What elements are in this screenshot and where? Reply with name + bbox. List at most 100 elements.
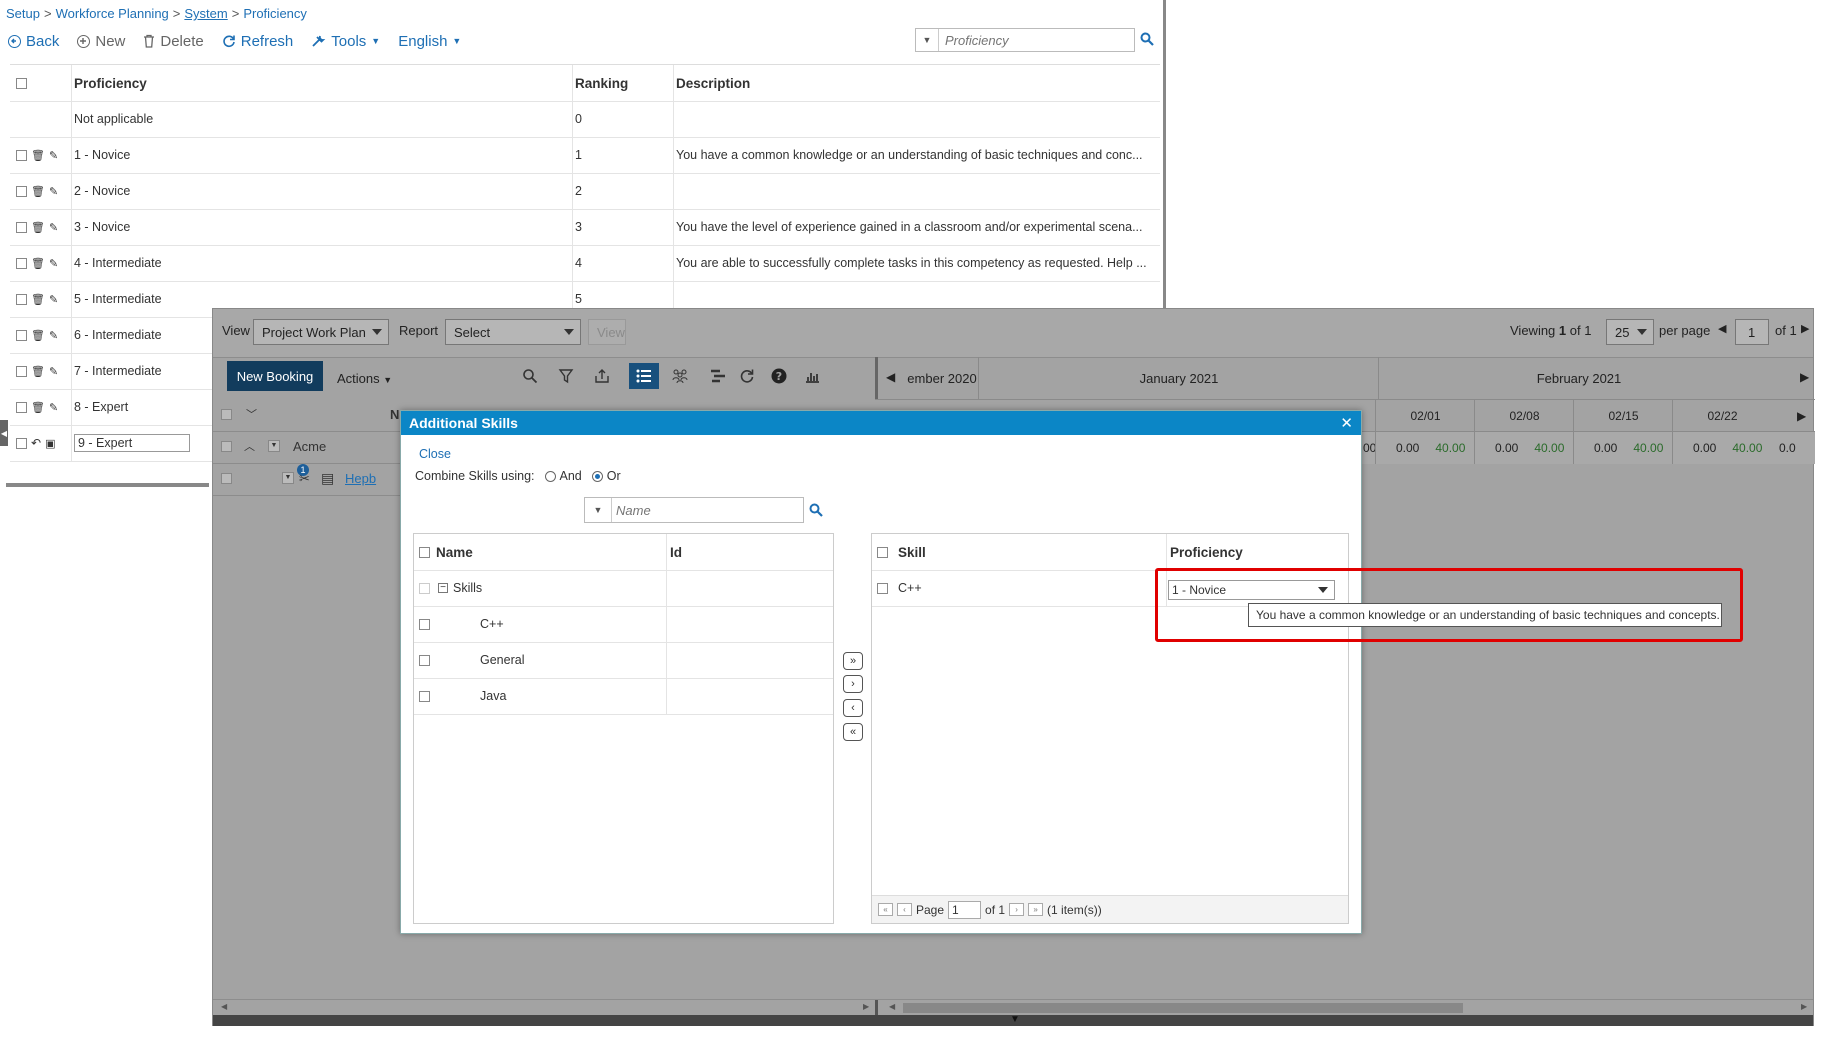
- pencil-icon[interactable]: ✎: [49, 221, 58, 234]
- row-checkbox[interactable]: [221, 441, 232, 452]
- search-icon[interactable]: [521, 367, 539, 385]
- table-row[interactable]: Not applicable 0: [10, 101, 1160, 138]
- trash-icon[interactable]: 🗑: [31, 149, 45, 162]
- filter-icon[interactable]: [557, 367, 575, 385]
- and-radio[interactable]: [544, 470, 556, 482]
- move-all-right-button[interactable]: »: [843, 652, 863, 670]
- row-checkbox[interactable]: [419, 582, 430, 594]
- trash-icon[interactable]: 🗑: [31, 293, 45, 306]
- row-checkbox[interactable]: [419, 654, 430, 666]
- proficiency-edit-field[interactable]: 9 - Expert: [74, 434, 190, 452]
- view-select[interactable]: Project Work Plan: [253, 319, 389, 345]
- view-button[interactable]: View: [588, 319, 626, 345]
- table-row[interactable]: 🗑 ✎ 4 - Intermediate 4 You are able to succe…: [10, 245, 1160, 282]
- new-booking-button[interactable]: New Booking: [227, 361, 323, 391]
- pencil-icon[interactable]: ✎: [49, 365, 58, 378]
- trash-icon[interactable]: 🗑: [31, 365, 45, 378]
- row-checkbox[interactable]: [16, 149, 27, 161]
- language-menu[interactable]: English ▼: [398, 33, 461, 50]
- row-checkbox[interactable]: [16, 185, 27, 197]
- pager-page-input[interactable]: 1: [948, 900, 982, 919]
- timeline-next-icon[interactable]: ▶: [1800, 370, 1809, 384]
- tree-row-skills[interactable]: − Skills: [414, 570, 833, 607]
- row-checkbox[interactable]: [419, 690, 430, 702]
- week-next-icon[interactable]: ▶: [1797, 409, 1806, 423]
- skill-name-input[interactable]: [612, 501, 798, 519]
- search-icon[interactable]: [1140, 32, 1154, 46]
- first-page-icon[interactable]: «: [878, 903, 893, 916]
- export-icon[interactable]: [593, 367, 611, 385]
- select-all-checkbox[interactable]: [877, 546, 888, 558]
- actions-menu[interactable]: Actions ▼: [337, 371, 392, 386]
- scroll-right-icon[interactable]: ▶: [863, 1002, 869, 1011]
- breadcrumb-workforce-planning[interactable]: Workforce Planning: [56, 6, 169, 21]
- select-all-checkbox[interactable]: [221, 409, 232, 420]
- trash-icon[interactable]: 🗑: [31, 329, 45, 342]
- proficiency-search[interactable]: ▼: [915, 28, 1135, 52]
- expand-all-icon[interactable]: ﹀: [246, 406, 257, 422]
- trash-icon[interactable]: 🗑: [31, 257, 45, 270]
- next-page-icon[interactable]: ›: [1009, 903, 1025, 916]
- last-page-icon[interactable]: »: [1028, 903, 1044, 916]
- scroll-right-icon[interactable]: ▶: [1801, 1002, 1807, 1011]
- row-menu-icon[interactable]: ▼: [282, 472, 294, 484]
- scrollbar[interactable]: [6, 483, 209, 487]
- prev-page-icon[interactable]: ‹: [897, 903, 912, 916]
- row-checkbox[interactable]: [877, 582, 888, 594]
- close-icon[interactable]: ✕: [1340, 414, 1353, 432]
- search-icon[interactable]: [809, 503, 823, 517]
- row-checkbox[interactable]: [16, 293, 27, 305]
- collapse-handle[interactable]: ◀: [0, 420, 8, 446]
- move-left-button[interactable]: ‹: [843, 699, 863, 717]
- page-number-input[interactable]: 1: [1735, 319, 1769, 345]
- scroll-left-icon[interactable]: ◀: [221, 1002, 227, 1011]
- back-button[interactable]: Back: [8, 33, 59, 50]
- per-page-select[interactable]: 25: [1606, 319, 1654, 345]
- pencil-icon[interactable]: ✎: [49, 185, 58, 198]
- select-all-checkbox[interactable]: [419, 546, 430, 558]
- row-name-link[interactable]: Hepb: [345, 471, 376, 486]
- close-link[interactable]: Close: [419, 447, 451, 461]
- collapse-icon[interactable]: ︿: [244, 438, 255, 454]
- pencil-icon[interactable]: ✎: [49, 401, 58, 414]
- chart-icon[interactable]: [803, 367, 821, 385]
- expand-down-icon[interactable]: ▼: [1010, 1014, 1020, 1025]
- scroll-left-icon[interactable]: ◀: [889, 1002, 895, 1011]
- search-filter-dropdown-icon[interactable]: ▼: [916, 29, 939, 51]
- skill-name-search[interactable]: ▼: [584, 497, 804, 523]
- report-select[interactable]: Select: [445, 319, 581, 345]
- header-name[interactable]: Name: [436, 534, 666, 570]
- collapse-icon[interactable]: −: [438, 583, 448, 593]
- trash-icon[interactable]: 🗑: [31, 221, 45, 234]
- row-checkbox[interactable]: [16, 257, 27, 269]
- table-row[interactable]: 🗑 ✎ 3 - Novice 3 You have the level of exper…: [10, 209, 1160, 246]
- proficiency-search-input[interactable]: [939, 31, 1127, 49]
- pencil-icon[interactable]: ✎: [49, 149, 58, 162]
- scrollbar-thumb[interactable]: [903, 1003, 1463, 1013]
- row-checkbox[interactable]: [16, 329, 27, 341]
- table-row[interactable]: 🗑 ✎ 1 - Novice 1 You have a common knowledge…: [10, 137, 1160, 174]
- breadcrumb-setup[interactable]: Setup: [6, 6, 40, 21]
- move-all-left-button[interactable]: «: [843, 723, 863, 741]
- next-page-icon[interactable]: ▶: [1801, 322, 1809, 335]
- gantt-icon[interactable]: [709, 367, 727, 385]
- header-proficiency[interactable]: Proficiency: [1166, 534, 1349, 570]
- header-proficiency[interactable]: Proficiency: [71, 65, 571, 101]
- new-button[interactable]: New: [77, 33, 125, 50]
- table-row[interactable]: 🗑 ✎ 2 - Novice 2: [10, 173, 1160, 210]
- search-filter-dropdown-icon[interactable]: ▼: [585, 498, 612, 522]
- refresh-icon[interactable]: [738, 367, 756, 385]
- row-checkbox[interactable]: [419, 618, 430, 630]
- header-description[interactable]: Description: [673, 65, 1160, 101]
- trash-icon[interactable]: 🗑: [31, 401, 45, 414]
- header-skill[interactable]: Skill: [898, 534, 1166, 570]
- row-checkbox[interactable]: [16, 365, 27, 377]
- name-column-header[interactable]: N: [390, 407, 399, 422]
- people-icon[interactable]: [671, 367, 689, 385]
- row-checkbox[interactable]: [16, 221, 27, 233]
- header-id[interactable]: Id: [666, 534, 834, 570]
- breadcrumb-proficiency[interactable]: Proficiency: [243, 6, 307, 21]
- undo-icon[interactable]: ↶: [31, 436, 41, 450]
- trash-icon[interactable]: 🗑: [31, 185, 45, 198]
- pane-splitter[interactable]: [875, 1000, 878, 1016]
